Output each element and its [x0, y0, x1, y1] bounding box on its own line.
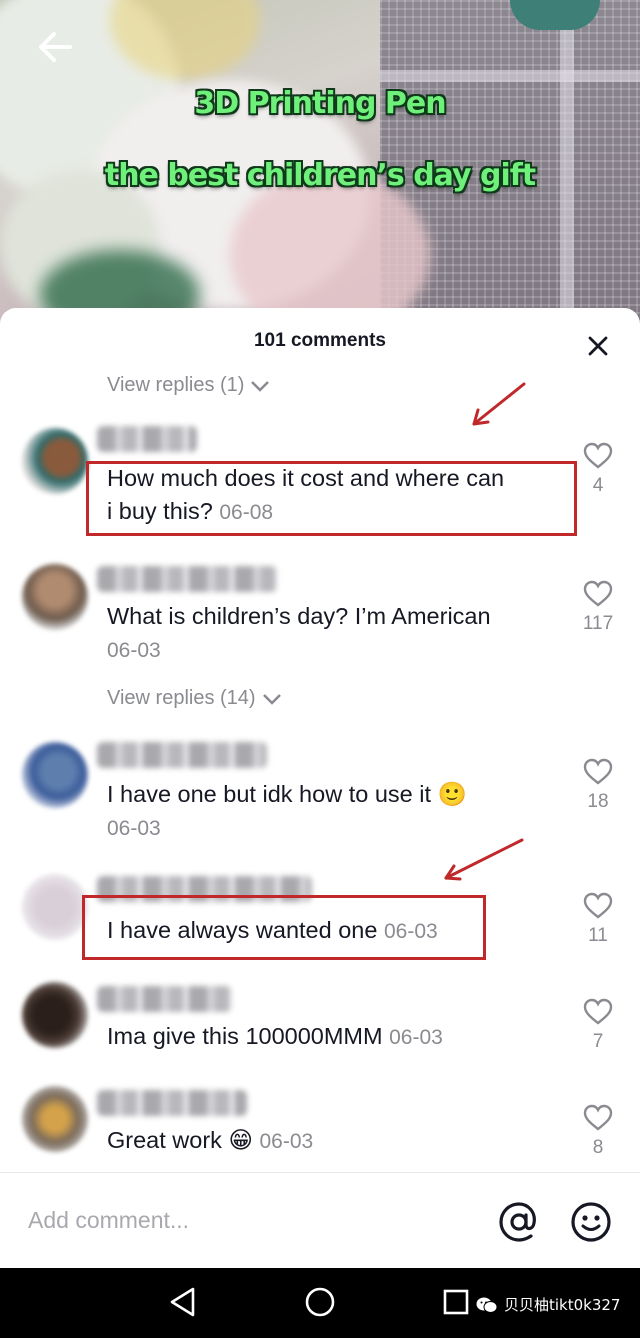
view-replies-button[interactable]: View replies (14): [107, 687, 282, 710]
view-replies-label: View replies (1): [107, 374, 245, 396]
like-button[interactable]: 117: [578, 580, 618, 635]
at-sign-icon[interactable]: [496, 1199, 542, 1245]
red-arrow-icon: [444, 838, 524, 881]
username[interactable]: [97, 426, 197, 452]
like-button[interactable]: 8: [578, 1104, 618, 1159]
like-count: 117: [582, 613, 614, 634]
watermark: 贝贝柚tikt0k327: [476, 1294, 620, 1315]
comment-text: What is children’s day? I’m American 06-…: [107, 603, 491, 662]
avatar[interactable]: [22, 428, 88, 494]
like-button[interactable]: 11: [578, 892, 618, 947]
video-preview[interactable]: 3D Printing Pen the best children’s day …: [0, 0, 640, 330]
comment-date: 06-03: [107, 817, 161, 840]
system-nav-bar: 贝贝柚tikt0k327: [0, 1268, 640, 1338]
heart-icon: [583, 998, 613, 1025]
comment-date: 06-03: [107, 639, 161, 662]
nav-recent-icon[interactable]: [442, 1288, 470, 1316]
comment-date: 06-03: [389, 1026, 443, 1049]
close-button[interactable]: [580, 328, 616, 364]
comment-item[interactable]: What is children’s day? I’m American 06-…: [0, 558, 640, 678]
sheet-header: 101 comments: [0, 308, 640, 376]
highlight-box: [86, 461, 577, 536]
avatar[interactable]: [22, 982, 88, 1048]
chevron-down-icon: [262, 693, 281, 705]
close-icon: [588, 336, 608, 356]
comment-date: 06-03: [259, 1130, 314, 1153]
avatar[interactable]: [22, 1086, 88, 1152]
back-arrow-icon: [39, 32, 72, 62]
video-caption-line2: the best children’s day gift: [104, 158, 536, 193]
video-caption-line1: 3D Printing Pen: [194, 86, 446, 121]
like-count: 11: [588, 925, 608, 946]
add-comment-input[interactable]: Add comment...: [28, 1207, 189, 1234]
username[interactable]: [97, 1090, 247, 1116]
comments-sheet: 101 comments View replies (1) How much d…: [0, 308, 640, 1268]
avatar[interactable]: [22, 874, 88, 940]
like-count: 18: [587, 791, 609, 812]
chevron-down-icon: [251, 380, 270, 392]
like-button[interactable]: 4: [578, 442, 618, 497]
heart-icon: [583, 580, 613, 607]
watermark-text: 贝贝柚tikt0k327: [504, 1296, 621, 1314]
view-replies-label: View replies (14): [107, 687, 256, 709]
avatar[interactable]: [22, 742, 88, 808]
heart-icon: [583, 758, 613, 785]
like-count: 7: [592, 1031, 604, 1052]
like-button[interactable]: 18: [578, 758, 618, 813]
red-arrow-icon: [472, 382, 526, 426]
username[interactable]: [97, 986, 232, 1012]
like-count: 8: [592, 1137, 604, 1158]
view-replies-button[interactable]: View replies (1): [107, 374, 270, 397]
comments-count: 101 comments: [253, 330, 386, 351]
like-count: 4: [592, 475, 604, 496]
back-button[interactable]: [30, 22, 80, 72]
heart-icon: [583, 892, 613, 919]
comment-item[interactable]: Ima give this 100000MMM 06-03 7: [0, 980, 640, 1080]
highlight-box: [82, 895, 486, 960]
comment-composer: Add comment...: [0, 1172, 640, 1268]
emoji-icon[interactable]: [568, 1199, 614, 1245]
comment-item[interactable]: Great work 😁 06-03 8: [0, 1084, 640, 1184]
wechat-icon: [476, 1297, 498, 1313]
nav-back-icon[interactable]: [168, 1286, 198, 1318]
heart-icon: [583, 1104, 613, 1131]
avatar[interactable]: [22, 564, 88, 630]
like-button[interactable]: 7: [578, 998, 618, 1053]
username[interactable]: [97, 566, 277, 592]
nav-home-icon[interactable]: [304, 1286, 336, 1318]
comment-text: Ima give this 100000MMM 06-03: [107, 1023, 443, 1049]
heart-icon: [583, 442, 613, 469]
comment-item[interactable]: I have one but idk how to use it 🙂 06-03…: [0, 736, 640, 856]
username[interactable]: [97, 742, 267, 768]
comment-text: Great work 😁 06-03: [107, 1127, 314, 1153]
